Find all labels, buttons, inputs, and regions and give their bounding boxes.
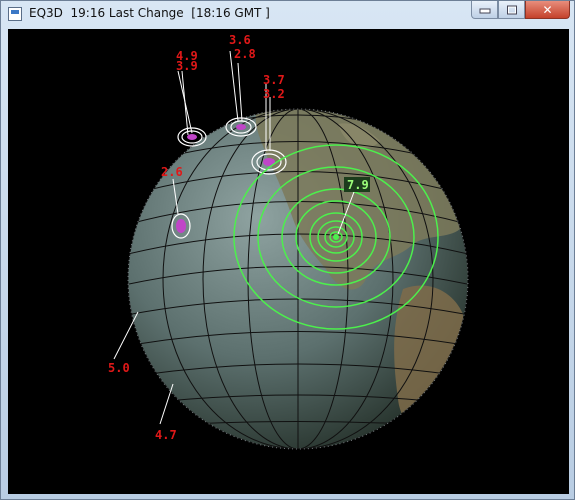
minimize-icon — [479, 8, 490, 14]
quake-marker[interactable]: 4.9 3.9 — [176, 49, 207, 147]
window-title: EQ3D 19:16 Last Change [18:16 GMT ] — [29, 6, 270, 20]
magnitude-label: 3.9 — [176, 59, 198, 73]
magnitude-label: 4.7 — [155, 428, 177, 442]
globe-view[interactable]: 4.9 3.9 3.6 2.8 3.7 3.2 2.6 7.9 5.0 4.7 — [8, 29, 569, 494]
quake-marker[interactable]: 3.6 2.8 — [225, 33, 257, 137]
globe-viewport[interactable]: 4.9 3.9 3.6 2.8 3.7 3.2 2.6 7.9 5.0 4.7 — [8, 29, 569, 494]
magnitude-label: 5.0 — [108, 361, 130, 375]
maximize-button[interactable] — [498, 1, 525, 19]
app-window: EQ3D 19:16 Last Change [18:16 GMT ] ✕ 4.… — [0, 0, 575, 500]
minimize-button[interactable] — [471, 1, 498, 19]
close-icon: ✕ — [542, 2, 553, 17]
window-controls: ✕ — [471, 1, 570, 21]
quake-marker[interactable]: 5.0 — [108, 311, 139, 375]
magnitude-label: 2.6 — [161, 165, 183, 179]
magnitude-label: 3.6 — [229, 33, 251, 47]
close-button[interactable]: ✕ — [525, 1, 570, 19]
app-icon[interactable] — [8, 7, 22, 21]
magnitude-label: 3.7 — [263, 73, 285, 87]
maximize-icon — [506, 5, 517, 14]
title-bar[interactable]: EQ3D 19:16 Last Change [18:16 GMT ] ✕ — [1, 1, 575, 29]
magnitude-label: 7.9 — [347, 178, 369, 192]
magnitude-label: 3.2 — [263, 87, 285, 101]
magnitude-label: 2.8 — [234, 47, 256, 61]
